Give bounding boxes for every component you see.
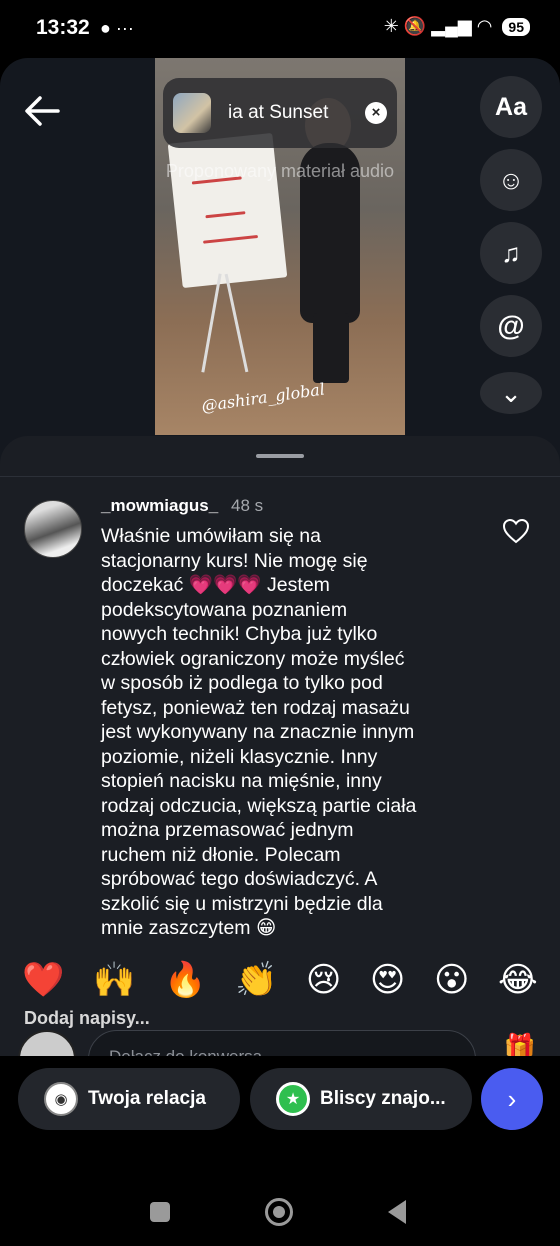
reply-row: Dołącz do konwersa 🎁 xyxy=(0,1030,560,1056)
music-icon[interactable]: ♫ xyxy=(480,222,542,284)
notification-icons: ● ··· xyxy=(100,18,134,38)
share-bar: ◉ Twoja relacja ★ Bliscy znajo... › xyxy=(0,1056,560,1142)
reaction-heart-eyes[interactable]: 😍 xyxy=(370,960,405,1000)
text-tool-button[interactable]: Aa xyxy=(480,76,542,138)
quick-reactions-bar: ❤️ 🙌 🔥 👏 😢 😍 😮 😂 xyxy=(0,960,560,1000)
send-button[interactable]: › xyxy=(481,1068,543,1130)
easel-leg xyxy=(224,273,249,373)
your-story-button[interactable]: ◉ Twoja relacja xyxy=(18,1068,240,1130)
reaction-sad[interactable]: 😢 xyxy=(306,960,341,1000)
chevron-down-icon[interactable]: ⌄ xyxy=(480,372,542,414)
close-friends-button[interactable]: ★ Bliscy znajo... xyxy=(250,1068,472,1130)
album-art xyxy=(173,93,211,133)
comment-timestamp: 48 s xyxy=(231,496,264,515)
recent-apps-icon[interactable] xyxy=(150,1202,170,1222)
suggested-audio-label: Proponowany materiał audio xyxy=(165,161,395,181)
reaction-clap[interactable]: 👏 xyxy=(235,960,277,1000)
comment-text: Właśnie umówiłam się na stacjonarny kurs… xyxy=(101,525,417,939)
close-icon[interactable]: × xyxy=(365,102,387,124)
divider xyxy=(0,476,560,477)
back-button[interactable] xyxy=(22,94,62,128)
gift-icon[interactable]: 🎁 xyxy=(504,1032,536,1056)
mention-icon[interactable]: @ xyxy=(480,295,542,357)
comment-username[interactable]: _mowmiagus_ xyxy=(101,496,218,516)
whiteboard-line xyxy=(205,211,246,219)
comment-sheet: _mowmiagus_ 48 s Właśnie umówiłam się na… xyxy=(0,436,560,1056)
status-bar: 13:32 ● ··· ✳ 🔕 ▂▄▆ ◠ 95 xyxy=(0,0,560,58)
music-sticker[interactable]: ia at Sunset × xyxy=(163,78,397,148)
whiteboard xyxy=(167,132,288,289)
add-captions-button[interactable]: Dodaj napisy... xyxy=(24,1008,150,1029)
your-story-label: Twoja relacja xyxy=(88,1088,206,1109)
person-legs xyxy=(313,313,349,383)
back-icon[interactable] xyxy=(388,1200,406,1224)
battery-icon: 95 xyxy=(502,17,530,36)
easel-leg xyxy=(201,273,222,373)
star-icon: ★ xyxy=(276,1082,310,1116)
reply-input[interactable]: Dołącz do konwersa xyxy=(88,1030,476,1056)
home-icon[interactable] xyxy=(265,1198,293,1226)
close-friends-label: Bliscy znajo... xyxy=(320,1088,446,1109)
reaction-heart[interactable]: ❤️ xyxy=(22,960,64,1000)
system-icons: ✳ 🔕 ▂▄▆ ◠ xyxy=(383,16,493,36)
reaction-laugh[interactable]: 😂 xyxy=(498,960,538,1000)
status-right-icons: ✳ 🔕 ▂▄▆ ◠ 95 xyxy=(384,16,530,37)
whiteboard-line xyxy=(203,234,259,244)
reaction-surprised[interactable]: 😮 xyxy=(434,960,469,1000)
system-nav-bar xyxy=(0,1142,560,1246)
avatar[interactable] xyxy=(24,500,82,558)
profile-icon: ◉ xyxy=(44,1082,78,1116)
like-heart-icon[interactable] xyxy=(502,518,530,544)
avatar xyxy=(18,1030,76,1056)
sticker-icon[interactable]: ☺ xyxy=(480,149,542,211)
back-arrow-icon xyxy=(25,96,60,126)
reaction-raised-hands[interactable]: 🙌 xyxy=(93,960,135,1000)
story-editor: @ashira_global ia at Sunset × Proponowan… xyxy=(0,58,560,478)
reaction-fire[interactable]: 🔥 xyxy=(164,960,206,1000)
watermark-text: @ashira_global xyxy=(200,379,326,416)
drag-handle[interactable] xyxy=(256,454,304,458)
music-title: ia at Sunset xyxy=(228,102,329,123)
status-time: 13:32 xyxy=(36,16,90,39)
